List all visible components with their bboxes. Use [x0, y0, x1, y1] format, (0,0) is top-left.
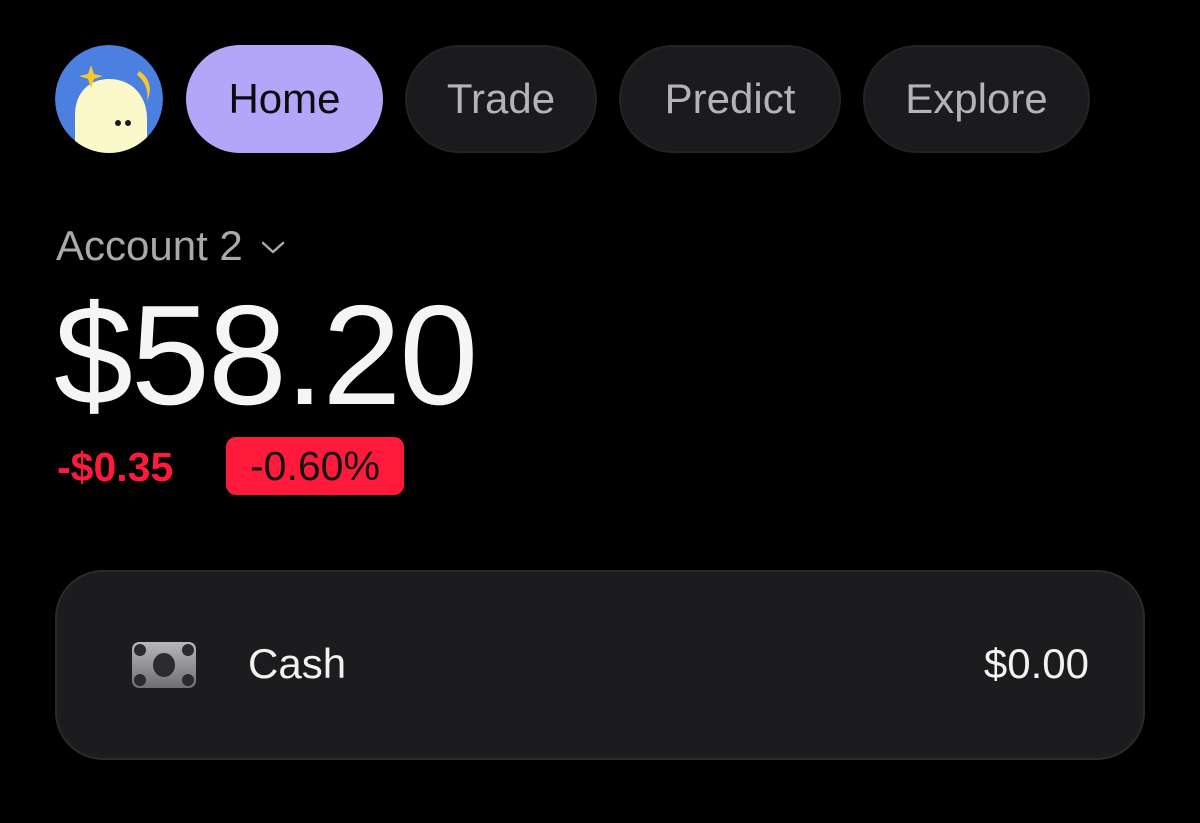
change-percent-badge: -0.60%	[226, 437, 404, 495]
ghost-avatar-icon	[55, 45, 163, 153]
cash-value: $0.00	[983, 640, 1089, 687]
tab-predict[interactable]: Predict	[619, 45, 841, 153]
tab-trade[interactable]: Trade	[405, 45, 597, 153]
avatar[interactable]	[55, 45, 163, 153]
account-balance: $58.20	[54, 276, 478, 435]
account-selector[interactable]: Account 2	[56, 222, 285, 270]
home-screen: Home Trade Predict Explore Account 2 $58…	[0, 0, 1200, 823]
tab-explore[interactable]: Explore	[863, 45, 1090, 153]
change-amount: -$0.35	[57, 444, 174, 490]
chevron-down-icon	[261, 241, 285, 254]
account-name: Account 2	[56, 222, 243, 269]
banknote-icon	[132, 642, 196, 688]
tab-home[interactable]: Home	[186, 45, 383, 153]
cash-label: Cash	[248, 640, 347, 687]
cash-row[interactable]: Cash $0.00	[55, 570, 1145, 760]
